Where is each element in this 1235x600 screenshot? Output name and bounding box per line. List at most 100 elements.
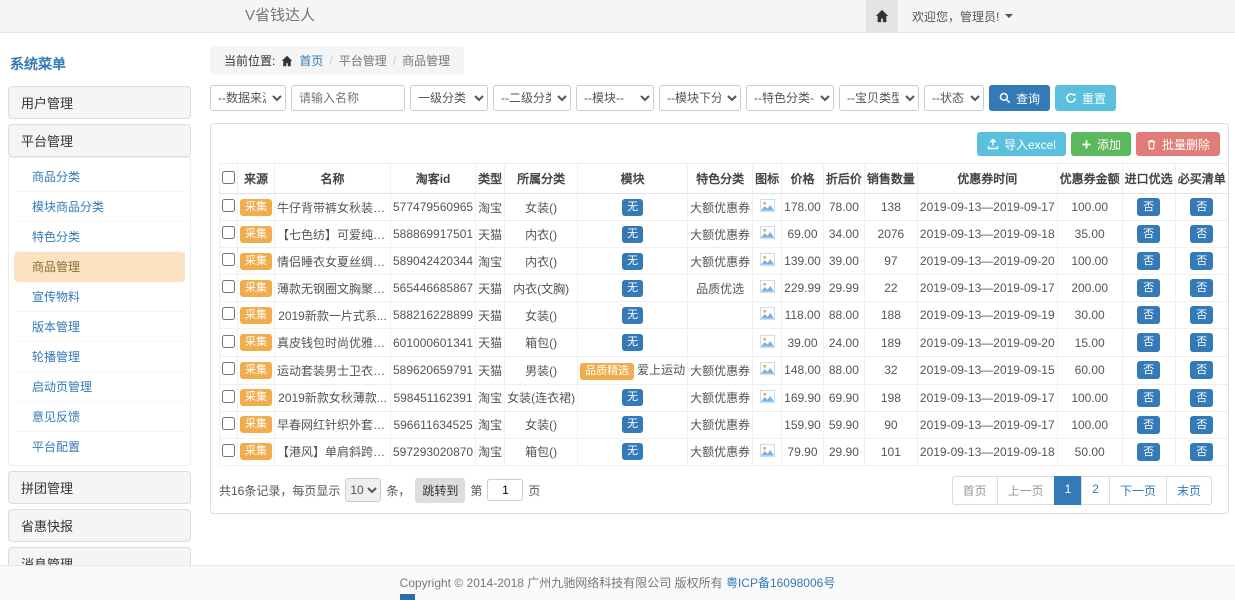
pager-link-首页[interactable]: 首页	[952, 476, 998, 505]
sidebar-item-platform-config[interactable]: 平台配置	[14, 432, 185, 461]
filter-select-feature-category[interactable]: --特色分类--	[746, 85, 834, 111]
filter-select-module-sub-category[interactable]: --模块下分类--	[659, 85, 741, 111]
module-badge: 无	[622, 280, 643, 297]
row-checkbox[interactable]	[222, 390, 235, 403]
icp-link[interactable]: 粤ICP备16098006号	[726, 576, 835, 590]
must-buy-toggle[interactable]: 否	[1190, 389, 1213, 407]
module-cell: 无	[578, 221, 688, 248]
import-excel-label: 导入excel	[1004, 136, 1056, 153]
filter-select-level2-category[interactable]: --二级分类--	[493, 85, 571, 111]
must-buy-toggle[interactable]: 否	[1190, 361, 1213, 379]
sidebar-item-splash-page-management[interactable]: 启动页管理	[14, 372, 185, 402]
magnifier-icon	[999, 92, 1011, 104]
row-checkbox[interactable]	[222, 280, 235, 293]
pager-link-上一页[interactable]: 上一页	[997, 476, 1055, 505]
sidebar-item-feature-category[interactable]: 特色分类	[14, 222, 185, 252]
row-checkbox[interactable]	[222, 307, 235, 320]
taoke-id-cell: 565446685867	[391, 275, 476, 302]
source-cell: 采集	[238, 248, 275, 275]
batch-delete-button[interactable]: 批量删除	[1136, 132, 1220, 156]
add-button[interactable]: 添加	[1071, 132, 1131, 156]
filter-select-level1-category[interactable]: 一级分类	[410, 85, 488, 111]
row-checkbox[interactable]	[222, 417, 235, 430]
filter-select-status[interactable]: --状态--	[924, 85, 984, 111]
must-buy-toggle[interactable]: 否	[1190, 225, 1213, 243]
row-checkbox[interactable]	[222, 199, 235, 212]
sales-count-cell: 2076	[864, 221, 917, 248]
module-badge: 无	[622, 199, 643, 216]
table-row: 采集2019新款女秋薄款...598451162391淘宝女装(连衣裙)无大额优…	[220, 384, 1230, 411]
name-search-input[interactable]	[291, 85, 405, 111]
sidebar-item-goods-management[interactable]: 商品管理	[14, 252, 185, 282]
filter-select-module[interactable]: --模块--	[576, 85, 654, 111]
breadcrumb-item-platform[interactable]: 平台管理	[339, 52, 387, 69]
sidebar-group-platform-management[interactable]: 平台管理	[8, 124, 191, 157]
product-type-cell: 淘宝	[476, 248, 505, 275]
feature-category-cell: 品质优选	[688, 275, 753, 302]
pager-link-2[interactable]: 2	[1081, 476, 1110, 505]
import-select-toggle[interactable]: 否	[1137, 279, 1160, 297]
pager-link-下一页[interactable]: 下一页	[1109, 476, 1167, 505]
sidebar-item-module-goods-category[interactable]: 模块商品分类	[14, 192, 185, 222]
product-name-cell: 真皮钱包时尚优雅女士...	[275, 329, 391, 356]
import-select-toggle[interactable]: 否	[1137, 333, 1160, 351]
must-buy-toggle[interactable]: 否	[1190, 416, 1213, 434]
filter-select-item-type[interactable]: --宝贝类型--	[839, 85, 919, 111]
coupon-time-cell: 2019-09-13—2019-09-20	[917, 329, 1057, 356]
sidebar-item-version-management[interactable]: 版本管理	[14, 312, 185, 342]
select-all-checkbox[interactable]	[222, 171, 235, 184]
row-checkbox[interactable]	[222, 362, 235, 375]
product-type-cell: 淘宝	[476, 438, 505, 465]
per-page-select[interactable]: 10	[345, 478, 381, 502]
import-select-toggle[interactable]: 否	[1137, 443, 1160, 461]
breadcrumb-item-goods[interactable]: 商品管理	[402, 52, 450, 69]
coupon-amount-cell: 100.00	[1057, 248, 1122, 275]
pager-link-末页[interactable]: 末页	[1166, 476, 1212, 505]
filter-select-data-source[interactable]: --数据来源--	[210, 85, 286, 111]
import-select-toggle[interactable]: 否	[1137, 225, 1160, 243]
feature-category-cell: 大额优惠券	[688, 411, 753, 438]
row-checkbox-cell	[220, 356, 238, 384]
import-excel-button[interactable]: 导入excel	[977, 132, 1066, 156]
sidebar-item-feedback[interactable]: 意见反馈	[14, 402, 185, 432]
breadcrumb-home-link[interactable]: 首页	[299, 52, 323, 69]
must-buy-cell: 否	[1175, 438, 1228, 465]
must-buy-toggle[interactable]: 否	[1190, 279, 1213, 297]
row-checkbox[interactable]	[222, 335, 235, 348]
reset-button[interactable]: 重置	[1055, 85, 1116, 111]
import-select-toggle[interactable]: 否	[1137, 361, 1160, 379]
jump-button[interactable]: 跳转到	[415, 478, 465, 503]
table-row: 采集【七色纺】可爱纯棉家...588869917501天猫内衣()无大额优惠券6…	[220, 221, 1230, 248]
must-buy-toggle[interactable]: 否	[1190, 443, 1213, 461]
import-select-toggle[interactable]: 否	[1137, 198, 1160, 216]
sidebar-group-saving-express[interactable]: 省惠快报	[8, 509, 191, 542]
coupon-amount-cell: 60.00	[1057, 356, 1122, 384]
sidebar-group-message-management[interactable]: 消息管理	[8, 547, 191, 565]
table-row: 采集2019新款一片式系...588216228899天猫女装()无118.00…	[220, 302, 1230, 329]
module-text: 爱上运动	[637, 363, 685, 377]
status-cell: 上架	[1228, 248, 1229, 275]
user-menu[interactable]: 欢迎您，管理员!	[912, 8, 1013, 25]
header-home-button[interactable]	[866, 0, 898, 32]
must-buy-toggle[interactable]: 否	[1190, 306, 1213, 324]
import-select-toggle[interactable]: 否	[1137, 306, 1160, 324]
sales-count-cell: 32	[864, 356, 917, 384]
must-buy-toggle[interactable]: 否	[1190, 252, 1213, 270]
sidebar-item-goods-category[interactable]: 商品分类	[14, 162, 185, 192]
row-checkbox[interactable]	[222, 444, 235, 457]
import-select-toggle[interactable]: 否	[1137, 252, 1160, 270]
sidebar-item-promo-material[interactable]: 宣传物料	[14, 282, 185, 312]
row-checkbox[interactable]	[222, 253, 235, 266]
source-cell: 采集	[238, 194, 275, 221]
sidebar-item-carousel-management[interactable]: 轮播管理	[14, 342, 185, 372]
sidebar-group-group-buy-management[interactable]: 拼团管理	[8, 471, 191, 504]
import-select-toggle[interactable]: 否	[1137, 416, 1160, 434]
must-buy-toggle[interactable]: 否	[1190, 198, 1213, 216]
jump-page-input[interactable]	[487, 479, 523, 501]
pager-link-1[interactable]: 1	[1054, 476, 1083, 505]
row-checkbox[interactable]	[222, 226, 235, 239]
sidebar-group-user-management[interactable]: 用户管理	[8, 86, 191, 119]
import-select-toggle[interactable]: 否	[1137, 389, 1160, 407]
search-button[interactable]: 查询	[989, 85, 1050, 111]
must-buy-toggle[interactable]: 否	[1190, 333, 1213, 351]
